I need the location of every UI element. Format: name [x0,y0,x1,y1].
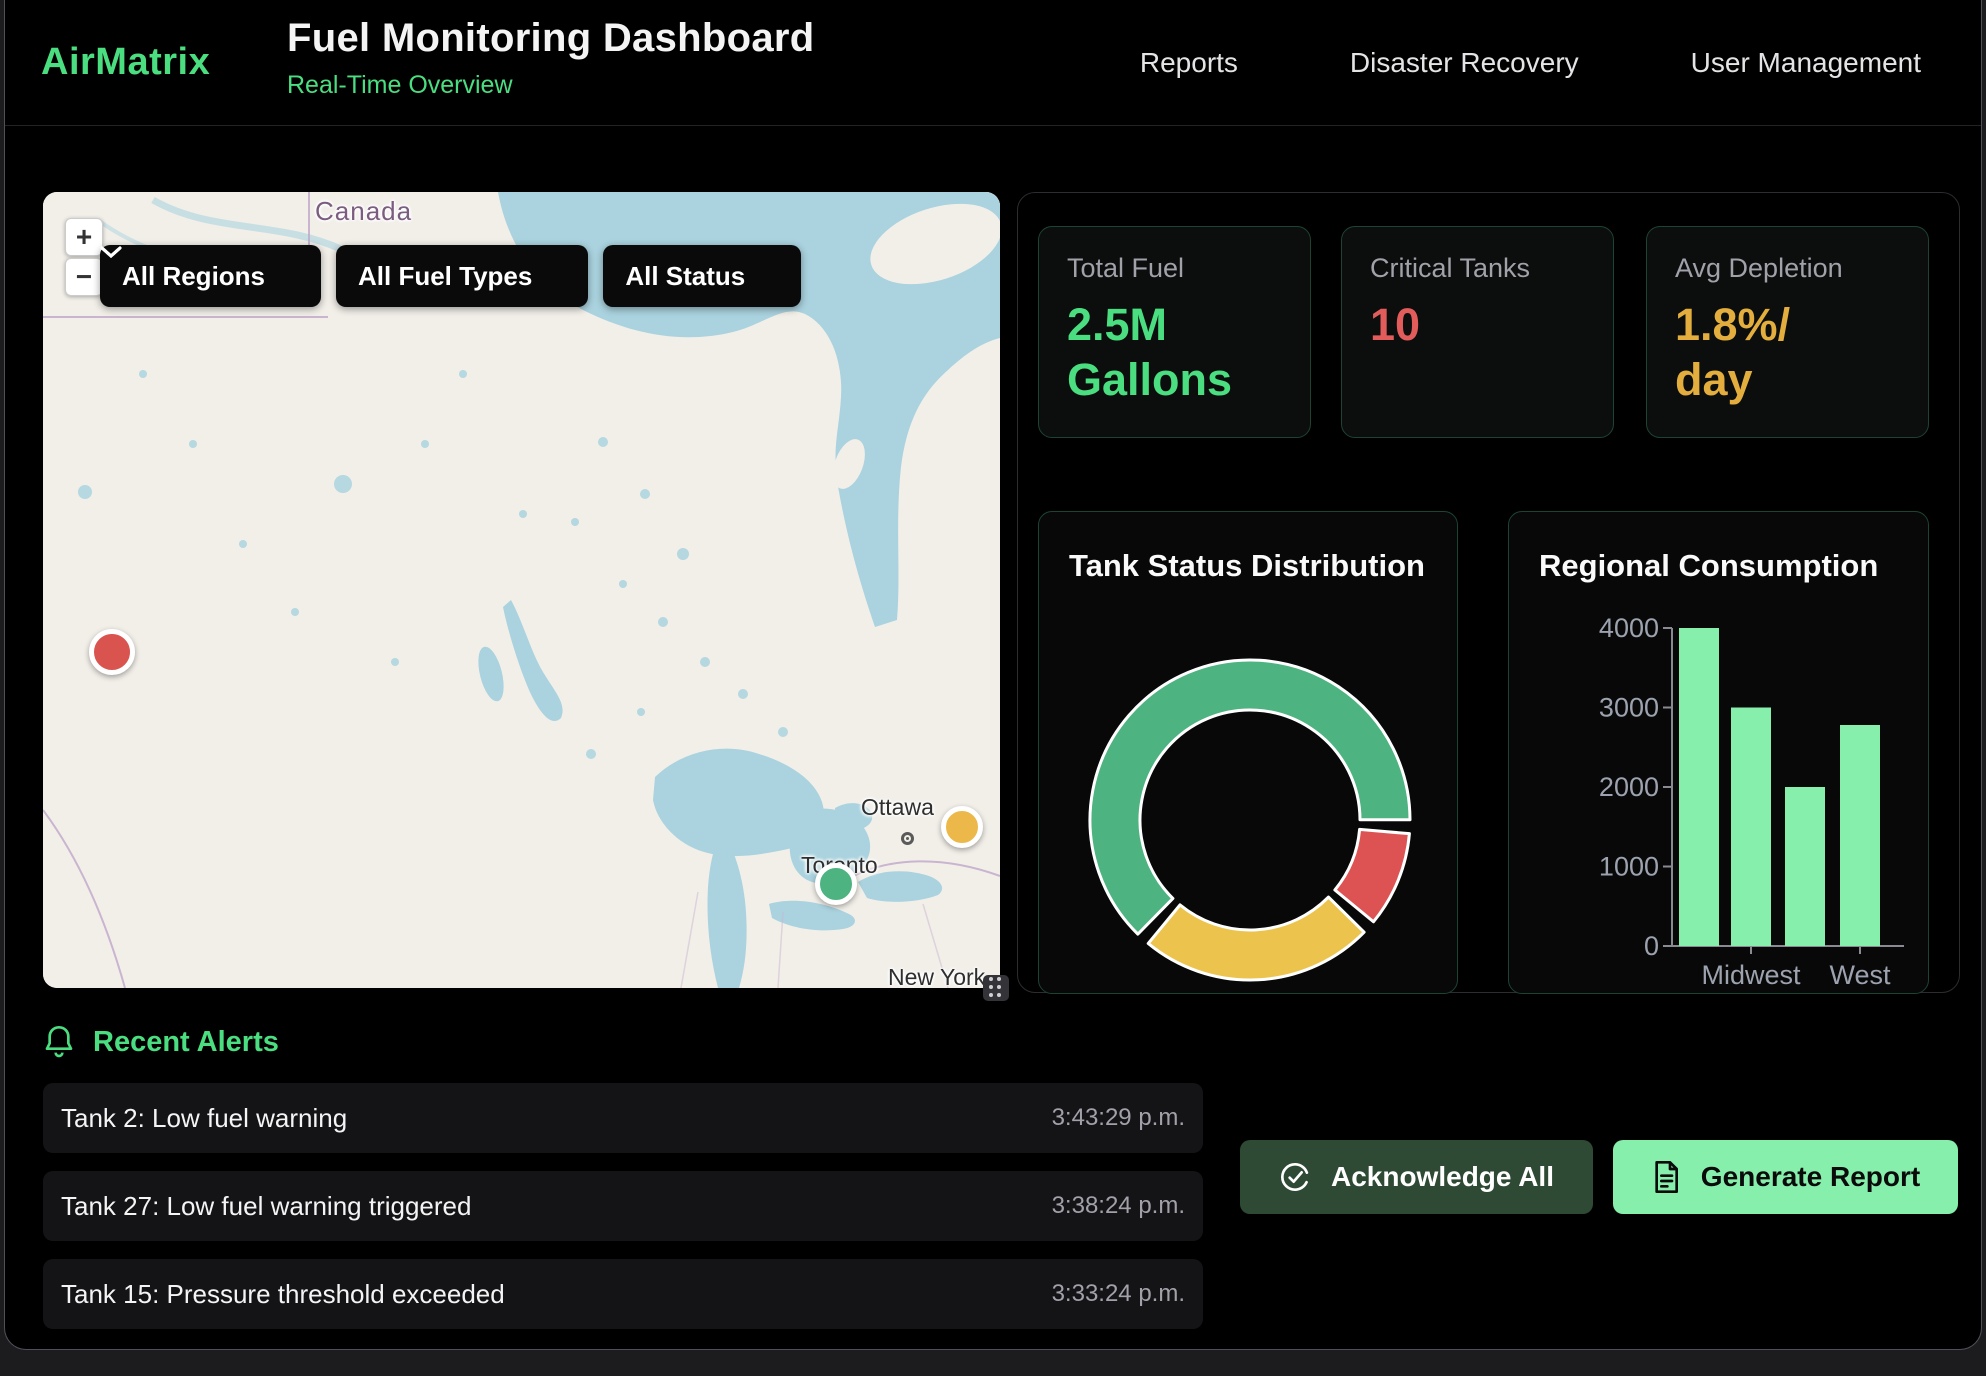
stat-value: 10 [1370,298,1550,353]
svg-text:Midwest: Midwest [1701,960,1801,990]
alert-row: Tank 15: Pressure threshold exceeded 3:3… [43,1259,1203,1329]
stat-card-critical-tanks: Critical Tanks 10 [1341,226,1614,438]
tank-status-chart-card: Tank Status Distribution [1038,511,1458,994]
nav-user-management[interactable]: User Management [1691,47,1921,79]
page-subtitle: Real-Time Overview [287,71,814,100]
resize-handle[interactable] [983,975,1009,1001]
acknowledge-all-button[interactable]: Acknowledge All [1240,1140,1593,1214]
tank-status-donut-chart [1039,512,1459,995]
document-icon [1651,1161,1681,1193]
fuel-type-filter-dropdown[interactable]: All Fuel Types [336,245,588,307]
page-title: Fuel Monitoring Dashboard [287,16,814,61]
status-filter-label: All Status [625,261,745,292]
map-filter-bar: All Regions All Fuel Types All Status [100,245,801,307]
brand-logo[interactable]: AirMatrix [41,0,210,125]
app-frame: AirMatrix Fuel Monitoring Dashboard Real… [4,0,1982,1350]
stat-value: 2.5M Gallons [1067,298,1247,408]
generate-report-label: Generate Report [1701,1161,1920,1193]
svg-text:2000: 2000 [1599,772,1659,802]
main-nav: Reports Disaster Recovery User Managemen… [1140,0,1921,125]
map-label-new-york: New York [888,964,985,988]
stat-card-avg-depletion: Avg Depletion 1.8%/ day [1646,226,1929,438]
alerts-title: Recent Alerts [93,1026,279,1059]
stats-panel: Total Fuel 2.5M Gallons Critical Tanks 1… [1017,192,1960,993]
stat-label: Avg Depletion [1675,253,1900,284]
alert-text: Tank 15: Pressure threshold exceeded [61,1279,505,1310]
alert-timestamp: 3:38:24 p.m. [1052,1192,1185,1220]
map-label-canada: Canada [315,196,412,227]
ottawa-city-dot [901,832,914,845]
alert-timestamp: 3:33:24 p.m. [1052,1280,1185,1308]
region-filter-label: All Regions [122,261,265,292]
regional-consumption-bar-chart: 0 1000 2000 3000 4000 Midwest West [1509,512,1930,995]
nav-disaster-recovery[interactable]: Disaster Recovery [1350,47,1579,79]
alert-row: Tank 2: Low fuel warning 3:43:29 p.m. [43,1083,1203,1153]
fuel-type-filter-label: All Fuel Types [358,261,532,292]
svg-text:3000: 3000 [1599,693,1659,723]
status-filter-dropdown[interactable]: All Status [603,245,801,307]
nav-reports[interactable]: Reports [1140,47,1238,79]
stat-value: 1.8%/ day [1675,298,1855,408]
alert-timestamp: 3:43:29 p.m. [1052,1104,1185,1132]
tank-marker-normal[interactable] [815,863,857,905]
svg-text:0: 0 [1644,931,1659,961]
tank-marker-warning[interactable] [941,806,983,848]
check-circle-icon [1279,1161,1311,1193]
tank-marker-critical[interactable] [89,629,135,675]
alert-text: Tank 27: Low fuel warning triggered [61,1191,471,1222]
header: AirMatrix Fuel Monitoring Dashboard Real… [5,0,1981,126]
alert-text: Tank 2: Low fuel warning [61,1103,347,1134]
acknowledge-all-label: Acknowledge All [1331,1161,1554,1193]
regional-consumption-chart-card: Regional Consumption 01000200030004000Mi… [1508,511,1929,994]
region-filter-dropdown[interactable]: All Regions [100,245,321,307]
alert-row: Tank 27: Low fuel warning triggered 3:38… [43,1171,1203,1241]
svg-text:1000: 1000 [1599,852,1659,882]
svg-text:4000: 4000 [1599,613,1659,643]
alerts-header: Recent Alerts [43,1024,279,1060]
svg-text:West: West [1829,960,1891,990]
fuel-map[interactable]: Canada Ottawa Toronto New York + − All R… [43,192,1000,988]
title-block: Fuel Monitoring Dashboard Real-Time Over… [287,16,814,100]
generate-report-button[interactable]: Generate Report [1613,1140,1958,1214]
stat-card-total-fuel: Total Fuel 2.5M Gallons [1038,226,1311,438]
map-zoom-in-button[interactable]: + [65,218,103,256]
stat-label: Total Fuel [1067,253,1282,284]
bell-icon [43,1024,75,1060]
map-label-ottawa: Ottawa [861,794,934,821]
map-zoom-out-button[interactable]: − [65,258,103,296]
stat-label: Critical Tanks [1370,253,1585,284]
